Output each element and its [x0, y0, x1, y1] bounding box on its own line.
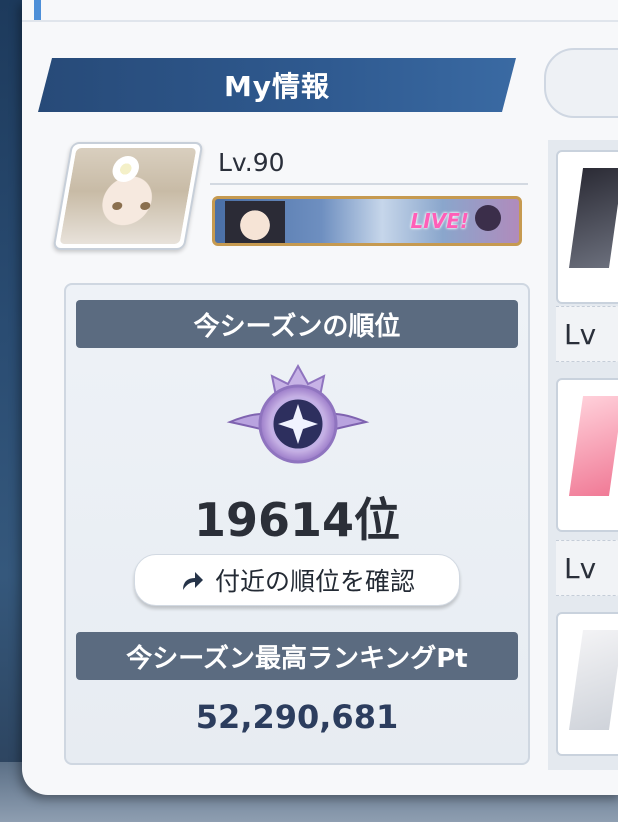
best-points-value: 52,290,681	[195, 698, 399, 736]
panel-divider	[22, 20, 618, 22]
character-thumbnail	[568, 630, 618, 730]
best-points-title: 今シーズン最高ランキングPt	[126, 643, 468, 674]
right-list-card[interactable]	[556, 612, 618, 756]
flower-icon	[110, 156, 142, 182]
panel-title: My情報	[223, 70, 331, 103]
character-thumbnail	[568, 168, 618, 268]
avatar-image	[59, 148, 197, 244]
right-list-card[interactable]	[556, 150, 618, 304]
rank-section-title: 今シーズンの順位	[193, 311, 401, 342]
rank-emblem-icon	[226, 363, 370, 464]
plate-logo: LIVE!	[410, 209, 469, 233]
view-nearby-ranks-button[interactable]: 付近の順位を確認	[134, 554, 460, 606]
view-nearby-ranks-label: 付近の順位を確認	[214, 567, 415, 596]
right-list-card[interactable]	[556, 378, 618, 532]
right-tab-button[interactable]	[544, 48, 618, 118]
best-points-header: 今シーズン最高ランキングPt	[76, 632, 518, 680]
character-thumbnail	[568, 396, 618, 496]
right-list-level: Lv	[556, 540, 618, 596]
title-bar: My情報	[38, 58, 516, 112]
rank-section-header: 今シーズンの順位	[76, 300, 518, 348]
panel-accent	[34, 0, 41, 22]
avatar-eye	[139, 202, 151, 210]
rank-value: 19614位	[193, 493, 401, 547]
avatar-eye	[111, 202, 123, 210]
player-avatar[interactable]	[52, 142, 204, 250]
level-underline	[210, 183, 528, 185]
cat-icon	[475, 205, 501, 231]
player-level: Lv.90	[218, 148, 285, 177]
name-plate[interactable]: LIVE!	[212, 196, 522, 246]
right-list-level: Lv	[556, 306, 618, 362]
plate-character-image	[225, 201, 285, 243]
curved-arrow-icon	[182, 572, 203, 590]
